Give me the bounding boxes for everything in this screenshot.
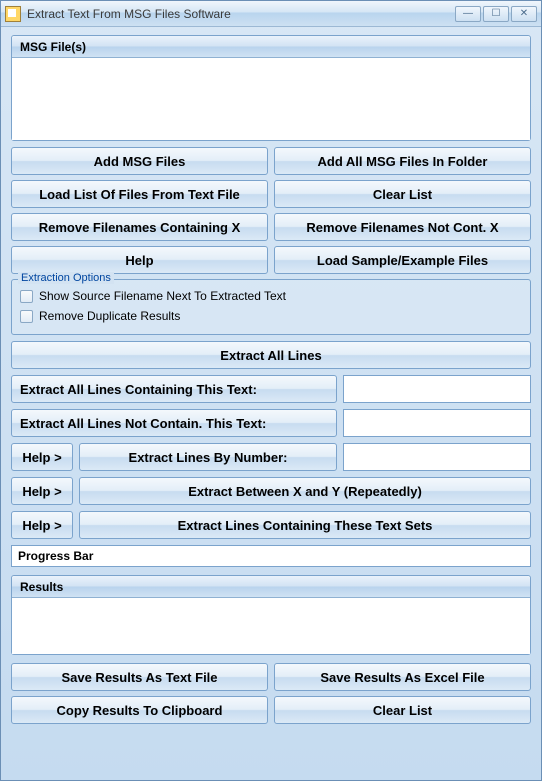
remove-duplicate-option: Remove Duplicate Results: [20, 306, 522, 326]
remove-containing-x-button[interactable]: Remove Filenames Containing X: [11, 213, 268, 241]
file-list-group: MSG File(s): [11, 35, 531, 141]
clear-list-button[interactable]: Clear List: [274, 180, 531, 208]
app-icon: [5, 6, 21, 22]
file-list-header: MSG File(s): [12, 36, 530, 58]
content-area: MSG File(s) Add MSG Files Add All MSG Fi…: [1, 27, 541, 732]
save-text-button[interactable]: Save Results As Text File: [11, 663, 268, 691]
extract-text-sets-button[interactable]: Extract Lines Containing These Text Sets: [79, 511, 531, 539]
help-between-button[interactable]: Help >: [11, 477, 73, 505]
titlebar: Extract Text From MSG Files Software — ☐…: [1, 1, 541, 27]
clear-results-button[interactable]: Clear List: [274, 696, 531, 724]
progress-bar: Progress Bar: [11, 545, 531, 567]
maximize-button[interactable]: ☐: [483, 6, 509, 22]
help-text-sets-button[interactable]: Help >: [11, 511, 73, 539]
extract-containing-input[interactable]: [343, 375, 531, 403]
app-window: Extract Text From MSG Files Software — ☐…: [0, 0, 542, 781]
show-source-label: Show Source Filename Next To Extracted T…: [39, 289, 286, 303]
window-title: Extract Text From MSG Files Software: [27, 7, 455, 21]
extract-not-containing-button[interactable]: Extract All Lines Not Contain. This Text…: [11, 409, 337, 437]
add-all-folder-button[interactable]: Add All MSG Files In Folder: [274, 147, 531, 175]
window-controls: — ☐ ✕: [455, 6, 537, 22]
extract-all-lines-button[interactable]: Extract All Lines: [11, 341, 531, 369]
help-button[interactable]: Help: [11, 246, 268, 274]
extraction-options-fieldset: Extraction Options Show Source Filename …: [11, 279, 531, 335]
close-button[interactable]: ✕: [511, 6, 537, 22]
remove-not-containing-x-button[interactable]: Remove Filenames Not Cont. X: [274, 213, 531, 241]
remove-duplicate-label: Remove Duplicate Results: [39, 309, 180, 323]
show-source-checkbox[interactable]: [20, 290, 33, 303]
file-list[interactable]: [12, 58, 530, 140]
show-source-option: Show Source Filename Next To Extracted T…: [20, 286, 522, 306]
help-by-number-button[interactable]: Help >: [11, 443, 73, 471]
extract-containing-button[interactable]: Extract All Lines Containing This Text:: [11, 375, 337, 403]
save-excel-button[interactable]: Save Results As Excel File: [274, 663, 531, 691]
load-list-from-text-button[interactable]: Load List Of Files From Text File: [11, 180, 268, 208]
minimize-button[interactable]: —: [455, 6, 481, 22]
load-sample-button[interactable]: Load Sample/Example Files: [274, 246, 531, 274]
extract-between-button[interactable]: Extract Between X and Y (Repeatedly): [79, 477, 531, 505]
extract-by-number-input[interactable]: [343, 443, 531, 471]
extraction-options-legend: Extraction Options: [18, 272, 114, 284]
add-msg-files-button[interactable]: Add MSG Files: [11, 147, 268, 175]
extract-by-number-button[interactable]: Extract Lines By Number:: [79, 443, 337, 471]
copy-clipboard-button[interactable]: Copy Results To Clipboard: [11, 696, 268, 724]
results-group: Results: [11, 575, 531, 655]
results-list[interactable]: [12, 598, 530, 654]
results-header: Results: [12, 576, 530, 598]
extract-not-containing-input[interactable]: [343, 409, 531, 437]
remove-duplicate-checkbox[interactable]: [20, 310, 33, 323]
